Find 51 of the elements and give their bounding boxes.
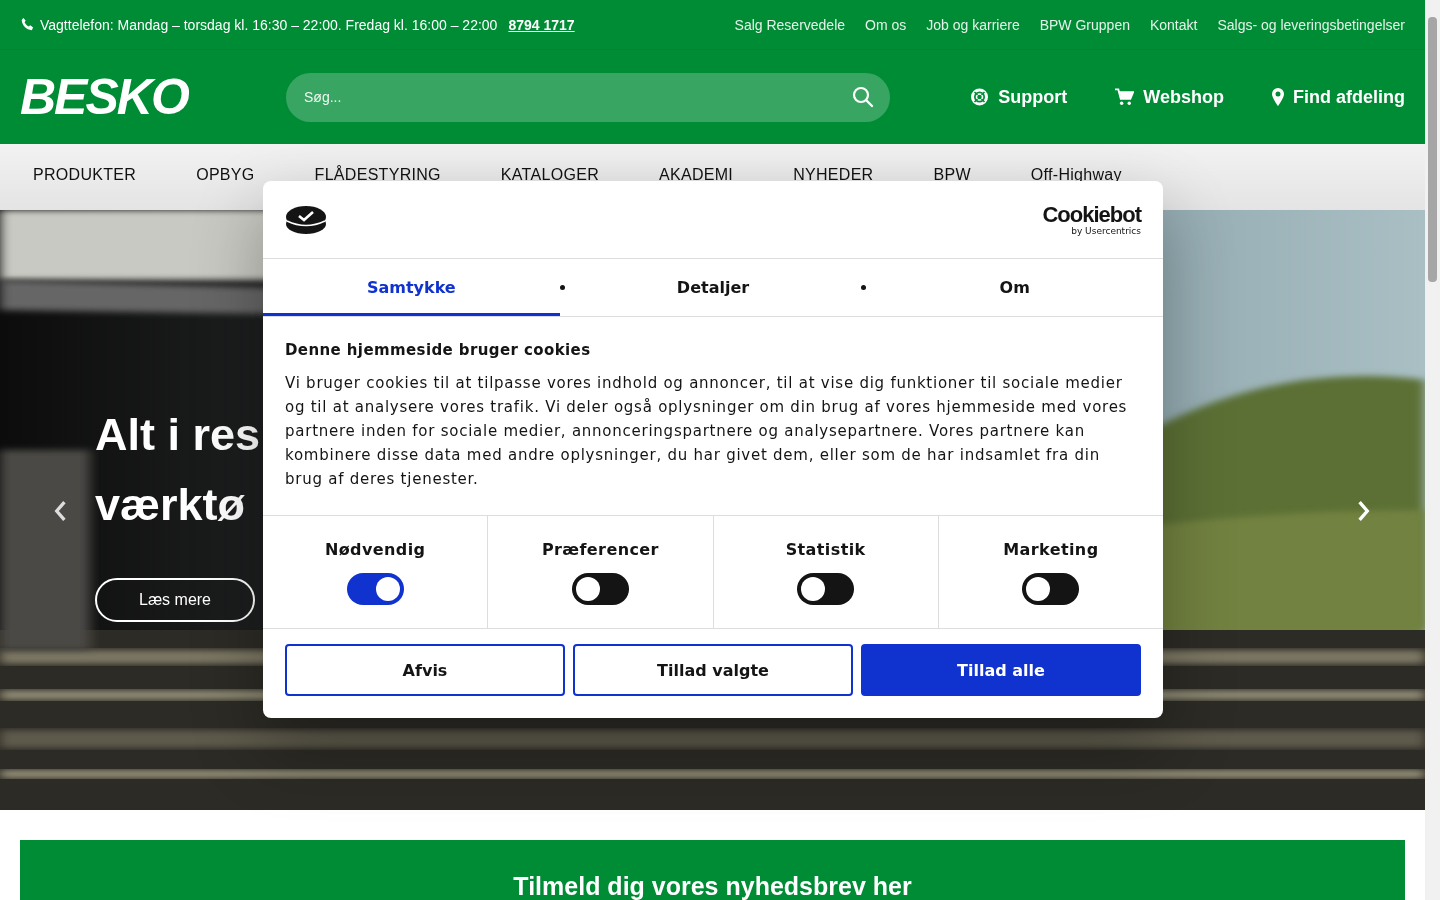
- top-link[interactable]: Kontakt: [1149, 16, 1198, 33]
- scrollbar[interactable]: [1425, 0, 1440, 900]
- category-label: Nødvendig: [324, 540, 426, 559]
- consent-button[interactable]: Afvis: [285, 644, 565, 696]
- phone-number-link[interactable]: 8794 1717: [508, 16, 575, 33]
- toggle-switch[interactable]: [797, 573, 855, 605]
- hero-title: Alt i res: [95, 408, 261, 462]
- nav-item[interactable]: PRODUKTER: [33, 166, 137, 184]
- webshop-link[interactable]: Webshop: [1115, 86, 1224, 108]
- dialog-tab[interactable]: Samtykke: [263, 259, 560, 316]
- phone-icon: [20, 17, 35, 32]
- check-badge-icon: [285, 203, 327, 236]
- phone-hours-text: Vagttelefon: Mandag – torsdag kl. 16:30 – 22:00. Fredag kl. 16:00 – 22:00: [40, 16, 498, 33]
- toggle-switch[interactable]: [346, 573, 404, 605]
- find-department-link[interactable]: Find afdeling: [1272, 86, 1405, 108]
- nav-item[interactable]: AKADEMI: [659, 166, 734, 184]
- dialog-heading: Denne hjemmeside bruger cookies: [285, 341, 592, 359]
- lifebuoy-icon: [970, 88, 990, 106]
- nav-item[interactable]: KATALOGER: [500, 166, 599, 184]
- cookiebot-byline: by Usercentrics: [1071, 225, 1141, 236]
- cart-icon: [1115, 88, 1135, 106]
- search-field[interactable]: Søg...: [302, 88, 852, 106]
- logo[interactable]: BESKO: [20, 68, 286, 126]
- separator-dot-icon: [559, 285, 565, 290]
- top-link[interactable]: Salgs- og leveringsbetingelser: [1217, 16, 1405, 33]
- map-pin-icon: [1272, 88, 1284, 106]
- search-bar[interactable]: Søg...: [286, 72, 890, 122]
- separator-dot-icon: [861, 285, 867, 290]
- nav-item[interactable]: OPBYG: [196, 166, 255, 184]
- hero-title: værktø: [95, 478, 246, 532]
- newsletter-title: Tilmeld dig vores nyhedsbrev her: [513, 872, 912, 900]
- cookiebot-logo: Cookiebot: [1042, 203, 1141, 226]
- consent-button[interactable]: Tillad alle: [861, 644, 1141, 696]
- top-link[interactable]: Salg Reservedele: [734, 16, 846, 33]
- search-icon[interactable]: [852, 86, 874, 108]
- nav-item[interactable]: FLÅDESTYRING: [314, 166, 441, 184]
- toggle-switch[interactable]: [1022, 573, 1080, 605]
- nav-item[interactable]: NYHEDER: [793, 166, 874, 184]
- support-link[interactable]: Support: [970, 86, 1068, 108]
- category-label: Statistik: [785, 540, 866, 559]
- dialog-body-text: Vi bruger cookies til at tilpasse vores indhold og annoncer, til at vise dig funktioner til sociale medier og til at analysere vores trafik. Vi deler også oplysninger om din brug af vores hjemmeside med vores partnere inden for sociale medier, annonceringspartnere og analysepartnere. Vores partnere kan kombinere disse data med andre oplysninger, du har givet dem, eller som de har indsamlet fra din brug af deres tjenester.: [285, 373, 1129, 490]
- category-label: Marketing: [1003, 540, 1099, 559]
- toggle-switch[interactable]: [571, 573, 629, 605]
- top-link[interactable]: Om os: [865, 16, 907, 33]
- nav-item[interactable]: BPW: [933, 166, 971, 184]
- consent-button[interactable]: Tillad valgte: [573, 644, 853, 696]
- category-label: Præferencer: [541, 540, 659, 559]
- read-more-button[interactable]: Læs mere: [95, 578, 255, 622]
- top-link[interactable]: Job og karriere: [926, 16, 1020, 33]
- nav-item[interactable]: Off-Highway: [1030, 166, 1122, 184]
- top-link[interactable]: BPW Gruppen: [1039, 16, 1130, 33]
